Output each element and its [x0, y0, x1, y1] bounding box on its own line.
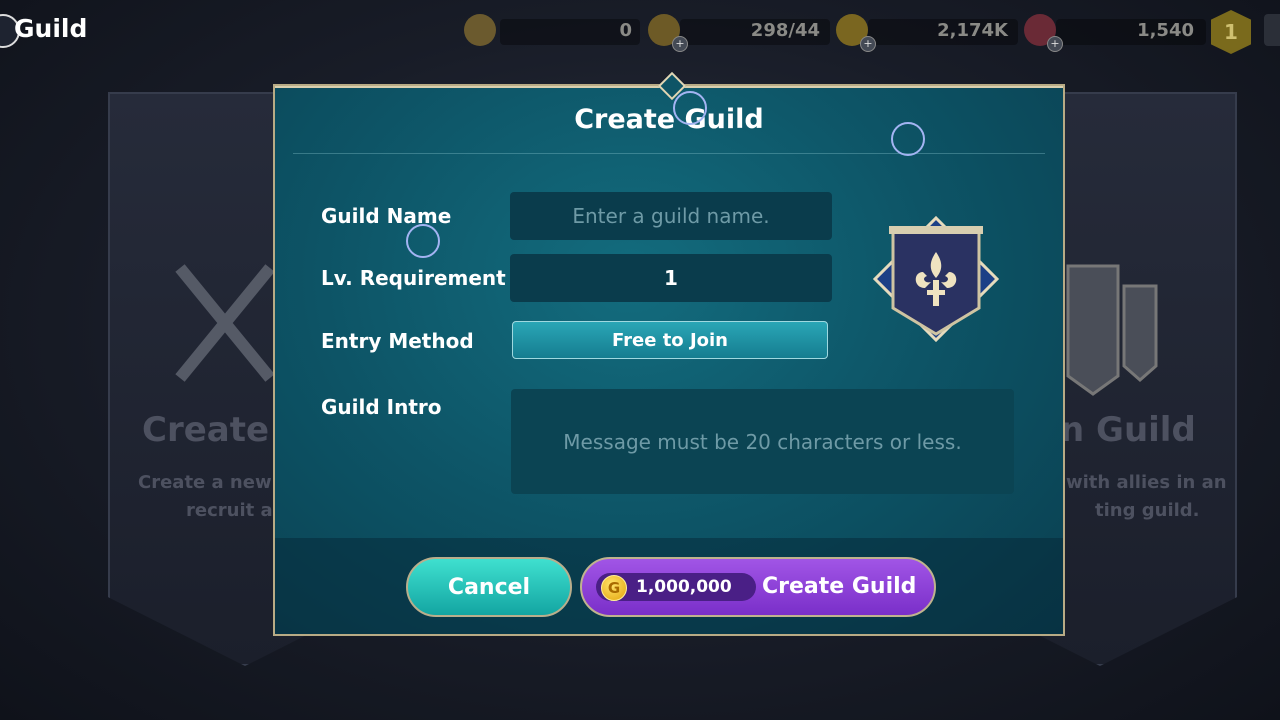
level-requirement-value: 1: [664, 266, 678, 290]
bg-create-desc-2: recruit all: [186, 500, 285, 521]
bg-create-desc-1: Create a new g: [138, 472, 291, 493]
create-guild-button[interactable]: G 1,000,000 Create Guild: [580, 557, 936, 617]
add-gold-button[interactable]: +: [860, 36, 876, 52]
guild-banners-icon: [1066, 264, 1158, 396]
level-requirement-label: Lv. Requirement: [321, 266, 506, 290]
touch-indicator-icon: [673, 91, 707, 125]
gold-value: 2,174K: [937, 20, 1008, 41]
create-guild-dialog: Create Guild Guild Name Enter a guild na…: [273, 71, 1065, 636]
menu-edge-button[interactable]: [1264, 14, 1280, 46]
add-ruby-button[interactable]: +: [1047, 36, 1063, 52]
rank-badge-value: 1: [1224, 20, 1238, 44]
bg-join-desc-1: with allies in an: [1066, 472, 1227, 493]
guild-name-placeholder: Enter a guild name.: [572, 204, 770, 228]
token-icon: [464, 14, 496, 46]
bg-join-title: n Guild: [1060, 410, 1196, 450]
touch-indicator-icon: [406, 224, 440, 258]
add-stamina-button[interactable]: +: [672, 36, 688, 52]
gold-coin-icon: G: [601, 575, 627, 601]
top-bar: Guild 0 + 298/44 + 2,174K + 1,540 1: [0, 0, 1280, 62]
screen-title: Guild: [14, 14, 88, 43]
guild-intro-label: Guild Intro: [321, 395, 442, 419]
title-divider: [293, 153, 1045, 154]
token-value: 0: [619, 20, 632, 41]
guild-intro-input[interactable]: Message must be 20 characters or less.: [511, 389, 1014, 494]
stamina-value: 298/44: [750, 20, 820, 41]
guild-intro-placeholder: Message must be 20 characters or less.: [563, 429, 962, 454]
bg-join-desc-2: ting guild.: [1095, 500, 1200, 521]
crossed-swords-icon: [175, 264, 275, 382]
cost-pill: G 1,000,000: [596, 573, 756, 601]
level-requirement-input[interactable]: 1: [510, 254, 832, 302]
cancel-button[interactable]: Cancel: [406, 557, 572, 617]
touch-indicator-icon: [891, 122, 925, 156]
guild-name-label: Guild Name: [321, 204, 452, 228]
dialog-title: Create Guild: [574, 104, 764, 135]
ruby-value: 1,540: [1137, 20, 1194, 41]
guild-name-input[interactable]: Enter a guild name.: [510, 192, 832, 240]
entry-method-select[interactable]: Free to Join: [512, 321, 828, 359]
create-cost-value: 1,000,000: [636, 577, 732, 597]
create-guild-label: Create Guild: [762, 574, 917, 599]
guild-emblem-icon[interactable]: [873, 216, 999, 342]
entry-method-label: Entry Method: [321, 329, 474, 353]
